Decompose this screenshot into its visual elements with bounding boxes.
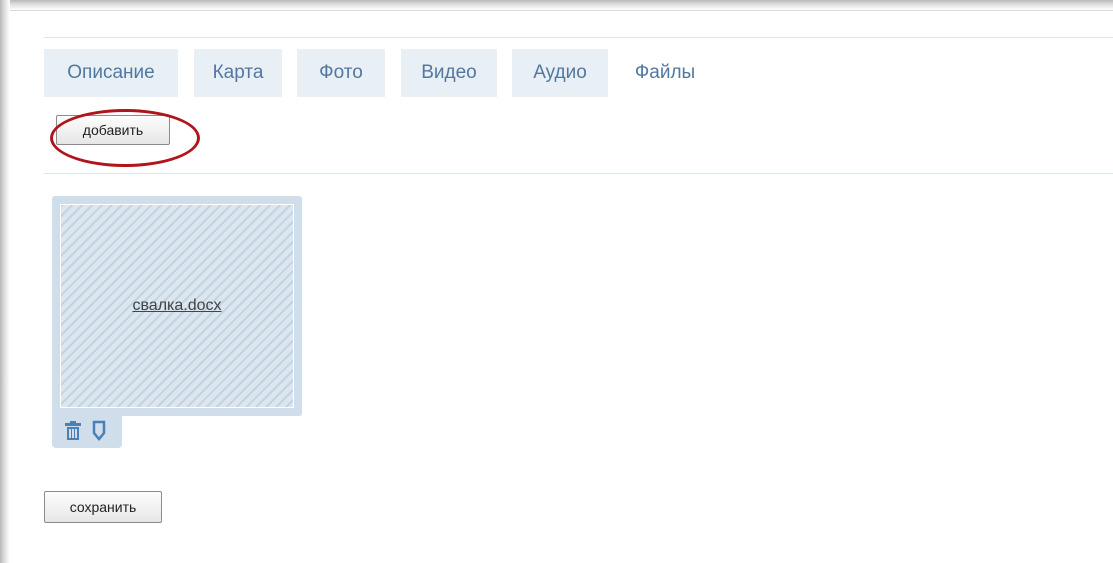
screenshot-window: Описание Карта Фото Видео Аудио Файлы до…: [0, 0, 1113, 563]
file-name-link[interactable]: свалка.docx: [132, 297, 221, 315]
add-button[interactable]: добавить: [56, 115, 170, 145]
file-actions-bar: [52, 414, 122, 448]
file-thumbnail[interactable]: свалка.docx: [60, 204, 294, 408]
tabs-top-border: [44, 37, 1113, 38]
section-divider: [44, 173, 1113, 174]
trash-icon[interactable]: [64, 420, 82, 442]
tab-audio[interactable]: Аудио: [512, 49, 608, 97]
tab-map[interactable]: Карта: [194, 49, 282, 97]
content-area: Описание Карта Фото Видео Аудио Файлы до…: [10, 10, 1113, 563]
save-button[interactable]: сохранить: [44, 491, 162, 523]
tab-files[interactable]: Файлы: [622, 49, 708, 97]
window-shadow-left: [0, 0, 10, 563]
tab-description[interactable]: Описание: [44, 49, 178, 97]
pin-icon[interactable]: [90, 420, 108, 442]
window-shadow-top: [0, 0, 1113, 10]
tab-video[interactable]: Видео: [401, 49, 497, 97]
file-card: свалка.docx: [52, 196, 302, 416]
tab-photo[interactable]: Фото: [297, 49, 385, 97]
